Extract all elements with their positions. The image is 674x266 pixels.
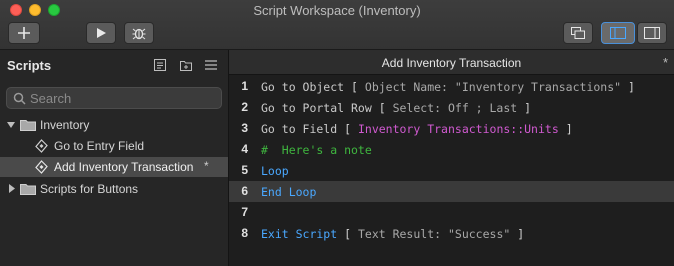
tree-label: Scripts for Buttons <box>40 182 139 196</box>
scripts-sidebar: Scripts Search Inventory Go to Entry Fie… <box>0 50 229 266</box>
step-params: Object Name: "Inventory Transactions" <box>357 80 628 94</box>
bug-icon <box>132 28 146 40</box>
tree-folder-inventory[interactable]: Inventory <box>0 115 228 135</box>
plus-icon <box>18 27 30 39</box>
disclosure-expanded-icon[interactable] <box>7 121 15 129</box>
bracket-close: ] <box>517 227 525 241</box>
sidebar-header: Scripts <box>0 50 229 80</box>
script-step: Exit Script [ Text Result: "Success" ] <box>261 227 524 241</box>
line-number: 6 <box>241 184 248 198</box>
editor-modified-indicator: * <box>662 55 668 70</box>
tree-label: Add Inventory Transaction <box>54 160 194 174</box>
script-step: Go to Field [ Inventory Transactions::Un… <box>261 122 573 136</box>
script-editor[interactable]: Add Inventory Transaction * 1 Go to Obje… <box>229 50 674 266</box>
toggle-right-pane-button[interactable] <box>637 22 667 44</box>
bracket-open: [ <box>378 101 386 115</box>
script-line-5[interactable]: 5 Loop <box>229 160 674 181</box>
search-placeholder: Search <box>30 91 72 106</box>
step-name: Exit Script <box>261 227 338 241</box>
script-icon <box>35 160 48 174</box>
tree-script-add-inventory-transaction[interactable]: Add Inventory Transaction * <box>0 157 228 177</box>
bracket-close: ] <box>628 80 635 94</box>
bracket-open: [ <box>344 122 352 136</box>
step-name: Go to Field <box>261 122 338 136</box>
line-number: 8 <box>241 226 248 240</box>
step-name: Go to Object <box>261 80 345 94</box>
bracket-open: [ <box>344 227 352 241</box>
line-number: 1 <box>241 79 248 93</box>
debug-script-button[interactable] <box>124 22 154 44</box>
step-name: Go to Portal Row <box>261 101 372 115</box>
run-script-button[interactable] <box>86 22 116 44</box>
editor-tab[interactable]: Add Inventory Transaction * <box>229 50 674 75</box>
search-field[interactable]: Search <box>6 87 222 109</box>
script-icon <box>35 139 48 153</box>
toggle-left-pane-button[interactable] <box>601 22 635 44</box>
line-number: 4 <box>241 142 248 156</box>
bracket-open: [ <box>351 80 358 94</box>
editor-tab-title: Add Inventory Transaction <box>381 56 522 70</box>
comment-step: # Here's a note <box>261 143 372 157</box>
script-line-7[interactable]: 7 <box>229 202 674 223</box>
tree-folder-scripts-for-buttons[interactable]: Scripts for Buttons <box>0 179 228 199</box>
window-title: Script Workspace (Inventory) <box>253 3 421 18</box>
control-step: End Loop <box>261 185 317 199</box>
search-icon <box>13 92 26 105</box>
script-line-3[interactable]: 3 Go to Field [ Inventory Transactions::… <box>229 118 674 139</box>
step-params: Text Result: "Success" <box>351 227 518 241</box>
modified-indicator: * <box>204 159 209 173</box>
line-number: 7 <box>241 205 248 219</box>
title-bar: Script Workspace (Inventory) <box>0 0 674 50</box>
script-line-4[interactable]: 4 # Here's a note <box>229 139 674 160</box>
control-step: Loop <box>261 164 289 178</box>
script-step: Go to Portal Row [ Select: Off ; Last ] <box>261 101 531 115</box>
tree-label: Inventory <box>40 118 90 132</box>
windows-button[interactable] <box>563 22 593 44</box>
new-script-button[interactable] <box>8 22 40 44</box>
bracket-close: ] <box>565 122 573 136</box>
script-line-1[interactable]: 1 Go to Object [ Object Name: "Inventory… <box>229 76 674 97</box>
script-line-8[interactable]: 8 Exit Script [ Text Result: "Success" ] <box>229 223 674 244</box>
right-sidebar-icon <box>644 27 660 39</box>
tree-script-go-to-entry-field[interactable]: Go to Entry Field <box>0 136 228 156</box>
script-step: Go to Object [ Object Name: "Inventory T… <box>261 80 635 94</box>
disclosure-collapsed-icon[interactable] <box>8 184 16 193</box>
new-folder-icon[interactable] <box>179 58 193 72</box>
folder-icon <box>20 120 36 131</box>
script-line-6[interactable]: 6 End Loop <box>229 181 674 202</box>
left-sidebar-icon <box>610 27 626 39</box>
step-params: Inventory Transactions::Units <box>351 122 566 136</box>
bracket-close: ] <box>524 101 532 115</box>
stacked-windows-icon <box>571 27 585 39</box>
folder-icon <box>20 184 36 195</box>
play-icon <box>97 28 106 38</box>
script-line-2[interactable]: 2 Go to Portal Row [ Select: Off ; Last … <box>229 97 674 118</box>
list-view-icon[interactable] <box>204 58 218 72</box>
new-script-list-icon[interactable] <box>153 58 167 72</box>
sidebar-title: Scripts <box>7 58 52 73</box>
line-number: 5 <box>241 163 248 177</box>
line-number: 3 <box>241 121 248 135</box>
line-number: 2 <box>241 100 248 114</box>
tree-label: Go to Entry Field <box>54 139 145 153</box>
step-params: Select: Off ; Last <box>385 101 525 115</box>
